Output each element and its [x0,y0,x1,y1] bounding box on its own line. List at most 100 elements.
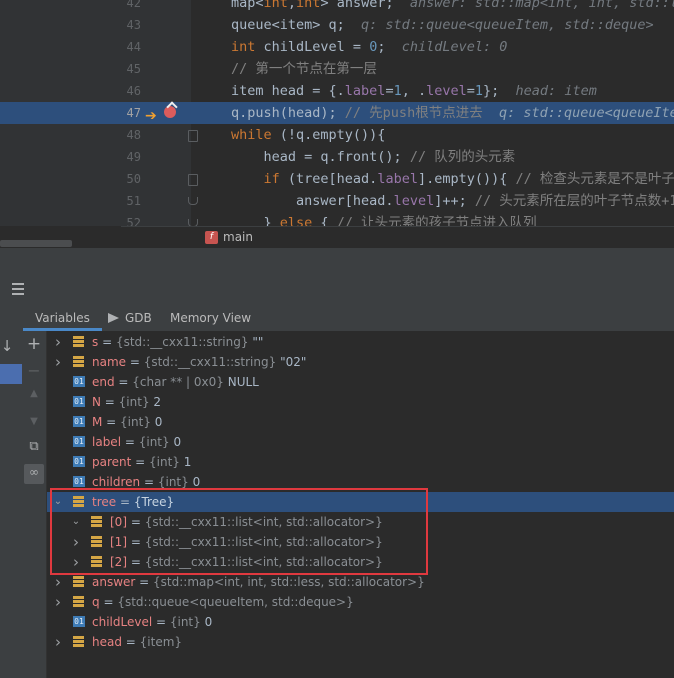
line-number[interactable]: 51 [121,190,141,212]
tab-variables[interactable]: Variables [23,305,102,331]
code-line[interactable]: 46 item head = {.label=1, .level=1}; head… [0,80,674,102]
expand-chevron-icon[interactable]: › [53,332,63,352]
code-text[interactable]: map<int,int> answer; answer: std::map<in… [231,0,674,14]
line-number[interactable]: 49 [121,146,141,168]
layout-menu-icon[interactable] [12,283,24,295]
variable-name: end [92,375,115,389]
equals-sign: = [114,375,133,389]
variable-name: head [92,635,122,649]
primitive-value-icon: 01 [73,436,85,447]
horizontal-scrollbar[interactable] [0,240,72,247]
code-line[interactable]: 42 map<int,int> answer; answer: std::map<… [0,0,674,14]
variable-row[interactable]: › q = {std::queue<queueItem, std::deque>} [47,592,674,612]
line-number[interactable]: 52 [121,212,141,226]
variable-row[interactable]: 01 parent = {int} 1 [47,452,674,472]
fold-marker-icon[interactable] [188,219,198,226]
variable-row[interactable]: 01 end = {char ** | 0x0} NULL [47,372,674,392]
variable-type: {item} [139,635,183,649]
variable-row[interactable]: 01 label = {int} 0 [47,432,674,452]
code-text[interactable]: // 第一个节点在第一层 [231,58,377,80]
equals-sign: = [135,575,154,589]
line-number[interactable]: 44 [121,36,141,58]
step-into-icon[interactable]: ↓ [0,337,14,355]
add-watch-icon[interactable]: + [22,334,46,354]
code-text[interactable]: queue<item> q; q: std::queue<queueItem, … [231,14,654,36]
line-number[interactable]: 48 [121,124,141,146]
primitive-value-icon: 01 [73,376,85,387]
code-line[interactable]: 52 } else { // 让头元素的孩子节点进入队列 [0,212,674,226]
variable-row[interactable]: 01 N = {int} 2 [47,392,674,412]
primitive-value-icon: 01 [73,616,85,627]
fold-marker-icon[interactable] [188,130,198,142]
code-line[interactable]: 51 answer[head.level]++; // 头元素所在层的叶子节点数… [0,190,674,212]
debug-tabbar: Variables GDB Memory View [0,305,674,332]
object-field-icon [73,636,84,647]
code-editor[interactable]: 42 map<int,int> answer; answer: std::map<… [0,0,674,226]
variable-row[interactable]: › head = {item} [47,632,674,652]
panel-splitter[interactable] [0,248,674,276]
move-down-icon[interactable]: ▼ [22,416,46,427]
line-number[interactable]: 50 [121,168,141,190]
debug-side-toolbar: ↓ [0,331,23,678]
variable-row[interactable]: › answer = {std::map<int, int, std::less,… [47,572,674,592]
variable-text: M = {int} 0 [92,412,162,432]
code-line[interactable]: 48 while (!q.empty()){ [0,124,674,146]
code-text[interactable]: if (tree[head.label].empty()){ // 检查头元素是… [231,168,674,190]
expand-chevron-icon[interactable]: › [53,592,63,612]
expand-chevron-icon[interactable]: › [53,632,63,652]
object-field-icon [73,596,84,607]
line-number[interactable]: 42 [121,0,141,14]
expand-chevron-icon[interactable]: › [53,352,63,372]
copy-icon[interactable]: ⧉ [22,439,46,454]
equals-sign: = [102,415,121,429]
variable-value: "" [248,335,264,349]
variable-row[interactable]: › name = {std::__cxx11::string} "02" [47,352,674,372]
breakpoint-icon[interactable] [164,106,176,118]
tab-gdb[interactable]: GDB [108,305,152,331]
primitive-value-icon: 01 [73,416,85,427]
variable-row[interactable]: 01 childLevel = {int} 0 [47,612,674,632]
code-text[interactable]: q.push(head); // 先push根节点进去 q: std::queu… [231,102,674,124]
tab-gdb-label: GDB [125,311,152,325]
equals-sign: = [121,435,139,449]
equals-sign: = [121,635,140,649]
line-number[interactable]: 46 [121,80,141,102]
variables-toolbar: + − ▲ ▼ ⧉ ∞ [22,331,47,678]
fold-marker-icon[interactable] [188,197,198,205]
variable-text: childLevel = {int} 0 [92,612,212,632]
variable-value: 0 [200,615,213,629]
line-number[interactable]: 43 [121,14,141,36]
move-up-icon[interactable]: ▲ [22,388,46,399]
code-text[interactable]: answer[head.level]++; // 头元素所在层的叶子节点数+1 [231,190,674,212]
line-number[interactable]: 47 [121,102,141,124]
code-text[interactable]: while (!q.empty()){ [231,124,385,146]
code-text[interactable]: int childLevel = 0; childLevel: 0 [231,36,507,58]
variable-type: {int} [157,475,189,489]
annotation-highlight-box [50,488,428,575]
variable-row[interactable]: 01 M = {int} 0 [47,412,674,432]
code-line[interactable]: 44 int childLevel = 0; childLevel: 0 [0,36,674,58]
code-line[interactable]: 45 // 第一个节点在第一层 [0,58,674,80]
line-number[interactable]: 45 [121,58,141,80]
code-text[interactable]: } else { // 让头元素的孩子节点进入队列 [231,212,537,226]
current-execution-line[interactable]: 47 q.push(head); // 先push根节点进去 q: std::qu… [0,102,674,124]
code-line[interactable]: 43 queue<item> q; q: std::queue<queueItem… [0,14,674,36]
code-line[interactable]: 50 if (tree[head.label].empty()){ // 检查头… [0,168,674,190]
expand-chevron-icon[interactable]: › [53,572,63,592]
glasses-icon[interactable]: ∞ [22,465,46,479]
variable-text: s = {std::__cxx11::string} "" [92,332,263,352]
tab-memory-view[interactable]: Memory View [170,305,251,331]
code-text[interactable]: item head = {.label=1, .level=1}; head: … [231,80,597,102]
variable-type: {char ** | 0x0} [132,375,224,389]
breadcrumb-function[interactable]: main [223,230,253,244]
side-toolbar-selected[interactable] [0,364,22,384]
variable-text: head = {item} [92,632,182,652]
variable-name: M [92,415,103,429]
code-text[interactable]: head = q.front(); // 队列的头元素 [231,146,516,168]
code-line[interactable]: 49 head = q.front(); // 队列的头元素 [0,146,674,168]
variable-name: q [92,595,100,609]
variable-type: {std::__cxx11::string} [115,335,249,349]
fold-marker-icon[interactable] [188,174,198,186]
variable-row[interactable]: › s = {std::__cxx11::string} "" [47,332,674,352]
remove-watch-icon[interactable]: − [22,361,46,380]
